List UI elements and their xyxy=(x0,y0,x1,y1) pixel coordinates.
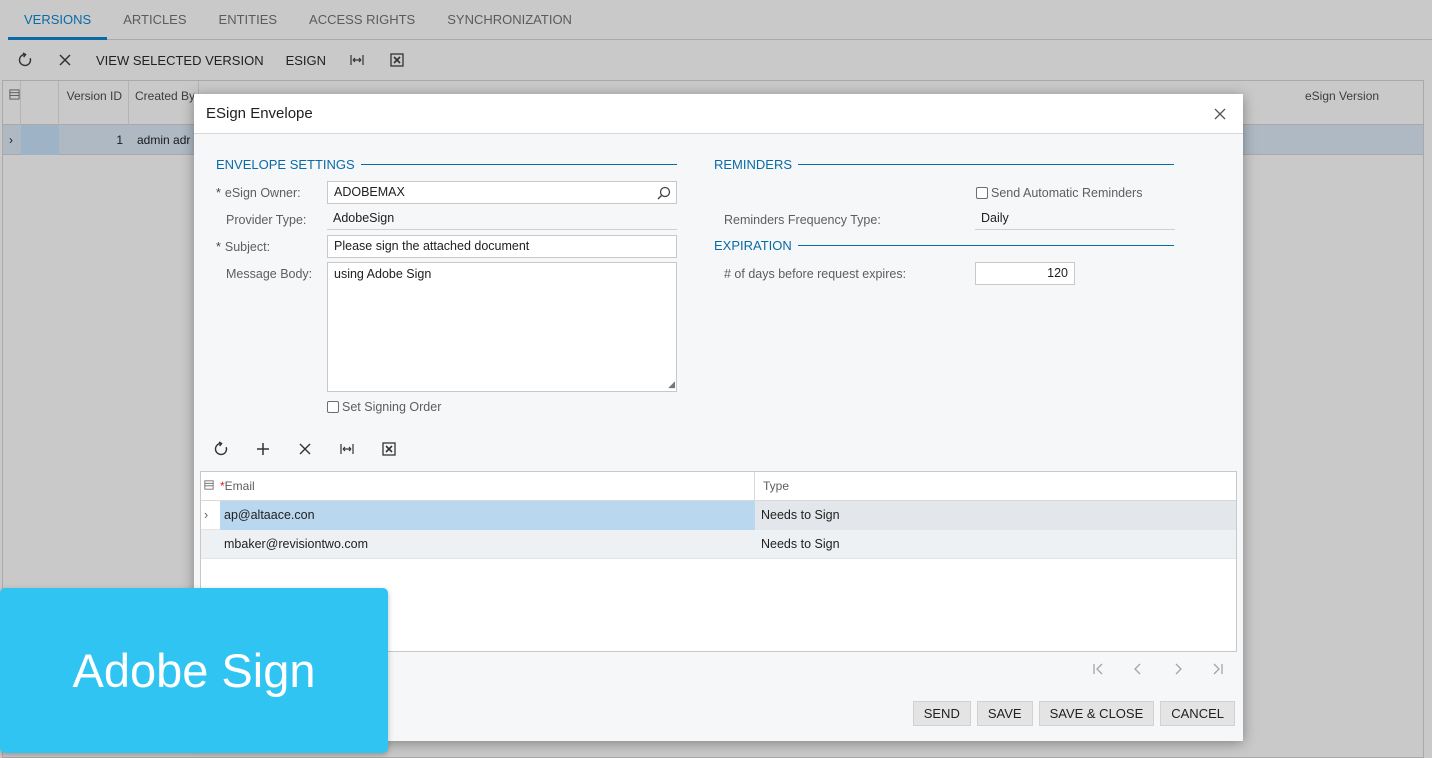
esign-button[interactable]: ESIGN xyxy=(278,45,334,75)
recipients-export-excel-button[interactable] xyxy=(374,434,404,464)
message-body-textarea[interactable]: using Adobe Sign ◢ xyxy=(327,262,677,392)
fit-width-button[interactable] xyxy=(340,45,374,75)
cell-version-id: 1 xyxy=(116,133,123,147)
dialog-close-button[interactable] xyxy=(1211,105,1229,123)
dialog-title: ESign Envelope xyxy=(206,105,313,122)
delete-recipient-button[interactable] xyxy=(290,434,320,464)
export-excel-icon xyxy=(388,51,406,69)
cell-created-by: admin adr xyxy=(137,133,191,147)
search-icon[interactable] xyxy=(655,184,673,202)
envelope-settings-header: ENVELOPE SETTINGS xyxy=(216,157,677,172)
dialog-footer: SEND SAVE SAVE & CLOSE CANCEL xyxy=(912,701,1235,726)
checkbox-icon[interactable] xyxy=(327,401,339,413)
table-row[interactable]: mbaker@revisiontwo.com Needs to Sign xyxy=(201,530,1236,559)
tab-bar: VERSIONS ARTICLES ENTITIES ACCESS RIGHTS… xyxy=(8,0,1432,40)
expiration-header: EXPIRATION xyxy=(714,238,1174,253)
reminders-header: REMINDERS xyxy=(714,157,1175,172)
section-title-text: REMINDERS xyxy=(714,157,793,172)
last-page-icon[interactable] xyxy=(1209,660,1227,678)
section-title-text: ENVELOPE SETTINGS xyxy=(216,157,355,172)
provider-type-value: AdobeSign xyxy=(327,207,677,230)
refresh-button[interactable] xyxy=(8,45,42,75)
next-page-icon[interactable] xyxy=(1169,660,1187,678)
send-automatic-reminders-checkbox[interactable]: Send Automatic Reminders xyxy=(976,186,1142,200)
view-selected-version-button[interactable]: VIEW SELECTED VERSION xyxy=(88,45,272,75)
dialog-header: ESign Envelope xyxy=(194,94,1243,134)
cell-type[interactable]: Needs to Sign xyxy=(755,501,1236,530)
close-icon xyxy=(56,51,74,69)
fit-width-icon xyxy=(348,51,366,69)
pager xyxy=(1089,660,1227,678)
set-signing-order-checkbox[interactable]: Set Signing Order xyxy=(327,400,441,414)
table-row[interactable]: › ap@altaace.con Needs to Sign xyxy=(201,501,1236,530)
adobe-sign-banner: Adobe Sign xyxy=(0,588,388,753)
subject-label: * Subject: xyxy=(216,240,271,254)
banner-text: Adobe Sign xyxy=(72,644,316,697)
cell-type[interactable]: Needs to Sign xyxy=(761,530,1236,559)
recipients-fit-width-button[interactable] xyxy=(332,434,362,464)
delete-button[interactable] xyxy=(48,45,82,75)
grid-settings-icon[interactable] xyxy=(204,472,214,501)
days-before-expire-input[interactable]: 120 xyxy=(975,262,1075,285)
col-version-id[interactable]: Version ID xyxy=(59,81,129,125)
cell-email[interactable]: ap@altaace.con xyxy=(220,501,755,530)
add-recipient-button[interactable] xyxy=(248,434,278,464)
export-excel-icon xyxy=(380,440,398,458)
refresh-icon xyxy=(212,440,230,458)
save-close-button[interactable]: SAVE & CLOSE xyxy=(1038,701,1155,726)
cancel-button[interactable]: CANCEL xyxy=(1160,701,1235,726)
message-body-label: Message Body: xyxy=(226,267,313,281)
prev-page-icon[interactable] xyxy=(1129,660,1147,678)
plus-icon xyxy=(254,440,272,458)
grid-settings-icon[interactable] xyxy=(3,81,21,125)
export-excel-button[interactable] xyxy=(380,45,414,75)
reminders-frequency-value[interactable]: Daily xyxy=(975,207,1175,230)
recipients-refresh-button[interactable] xyxy=(206,434,236,464)
tab-access-rights[interactable]: ACCESS RIGHTS xyxy=(293,0,431,40)
provider-type-label: Provider Type: xyxy=(226,213,307,227)
first-page-icon[interactable] xyxy=(1089,660,1107,678)
subject-input[interactable]: Please sign the attached document xyxy=(327,235,677,258)
fit-width-icon xyxy=(338,440,356,458)
row-expand-icon[interactable]: › xyxy=(204,501,220,530)
esign-owner-input[interactable]: ADOBEMAX xyxy=(327,181,677,204)
versions-toolbar: VIEW SELECTED VERSION ESIGN xyxy=(8,42,1432,78)
refresh-icon xyxy=(16,51,34,69)
cell-email[interactable]: mbaker@revisiontwo.com xyxy=(224,530,755,559)
col-type[interactable]: Type xyxy=(763,472,789,501)
save-button[interactable]: SAVE xyxy=(976,701,1033,726)
col-email[interactable]: *Email xyxy=(220,472,755,501)
col-created-by[interactable]: Created By xyxy=(129,81,199,125)
recipients-grid-header: *Email Type xyxy=(201,472,1236,501)
section-title-text: EXPIRATION xyxy=(714,238,792,253)
row-expand-icon[interactable]: › xyxy=(9,125,13,155)
tab-synchronization[interactable]: SYNCHRONIZATION xyxy=(431,0,588,40)
checkbox-icon[interactable] xyxy=(976,187,988,199)
tab-entities[interactable]: ENTITIES xyxy=(203,0,294,40)
days-before-expire-label: # of days before request expires: xyxy=(724,267,907,281)
tab-articles[interactable]: ARTICLES xyxy=(107,0,202,40)
close-icon xyxy=(296,440,314,458)
col-esign-version[interactable]: eSign Version xyxy=(1299,81,1425,125)
esign-owner-label: * eSign Owner: xyxy=(216,186,301,200)
resize-handle-icon[interactable]: ◢ xyxy=(668,379,675,390)
reminders-frequency-label: Reminders Frequency Type: xyxy=(724,213,881,227)
send-button[interactable]: SEND xyxy=(912,701,971,726)
recipients-toolbar xyxy=(206,434,404,464)
tab-versions[interactable]: VERSIONS xyxy=(8,0,108,40)
close-icon xyxy=(1211,105,1229,123)
